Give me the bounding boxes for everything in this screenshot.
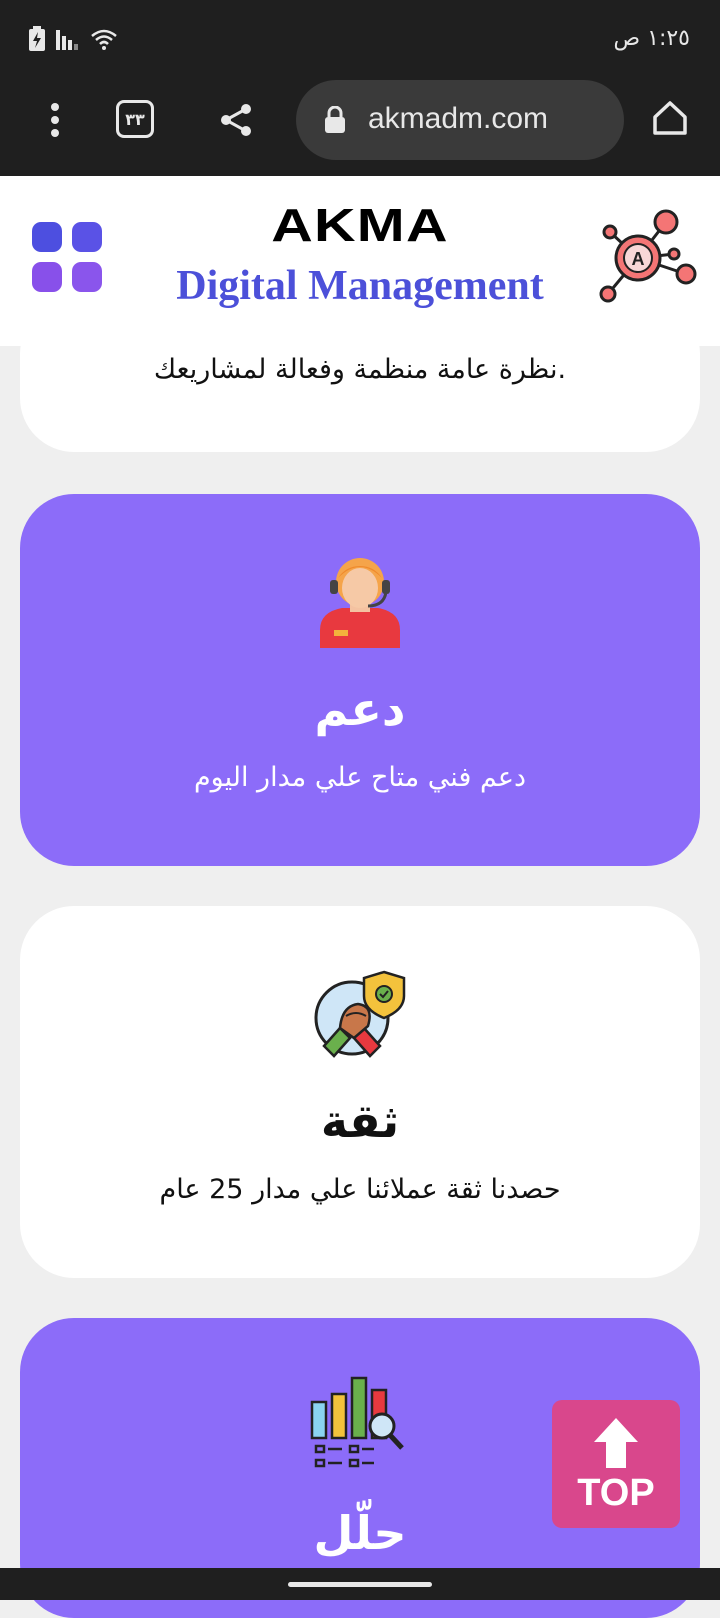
status-icons: [28, 26, 118, 52]
battery-charging-icon: [29, 26, 45, 51]
wifi-icon: [91, 29, 117, 50]
share-button[interactable]: [216, 100, 256, 140]
address-bar[interactable]: akmadm.com: [296, 80, 624, 160]
card-desc: دعم فني متاح علي مدار اليوم: [193, 762, 527, 793]
support-agent-icon: [320, 558, 400, 648]
back-to-top-label: TOP: [577, 1472, 655, 1514]
system-nav-bar: [0, 1568, 720, 1600]
home-button[interactable]: [650, 98, 690, 138]
tabs-button[interactable]: ٣٣: [116, 100, 154, 138]
lock-icon: [325, 106, 345, 133]
card-desc: حصدنا ثقة عملائنا علي مدار 25 عام: [159, 1174, 561, 1205]
header-overlay: AKMA Digital Management A: [0, 176, 720, 346]
card-desc: نظرة عامة منظمة وفعالة لمشاريعك.: [153, 354, 567, 385]
svg-text:A: A: [632, 249, 645, 269]
home-gesture-handle[interactable]: [288, 1582, 432, 1587]
card-title: دعم: [314, 682, 406, 736]
signal-icon: [56, 30, 78, 50]
brand-subtitle: Digital Management: [176, 263, 544, 309]
share-icon: [221, 104, 251, 136]
status-time: ١:٢٥ ص: [613, 26, 690, 51]
arrow-up-icon: [594, 1418, 638, 1468]
analytics-chart-icon: [310, 1376, 404, 1468]
tab-count: ٣٣: [125, 109, 145, 129]
more-vert-icon: [51, 103, 59, 137]
feature-card-support: دعم دعم فني متاح علي مدار اليوم: [20, 494, 700, 866]
menu-dots-button[interactable]: [40, 98, 70, 142]
brand-logo-text: AKMA: [271, 199, 449, 251]
handshake-shield-icon: [314, 970, 406, 1058]
grid-icon: [32, 222, 102, 292]
card-title: ثقة: [320, 1094, 400, 1148]
browser-chrome: ١:٢٥ ص ٣٣ akmadm.com: [0, 0, 720, 176]
url-text: akmadm.com: [368, 102, 549, 135]
back-to-top-button[interactable]: TOP: [552, 1400, 680, 1528]
home-icon: [653, 101, 687, 135]
feature-card-trust: ثقة حصدنا ثقة عملائنا علي مدار 25 عام: [20, 906, 700, 1278]
ai-network-icon: A: [599, 209, 697, 303]
